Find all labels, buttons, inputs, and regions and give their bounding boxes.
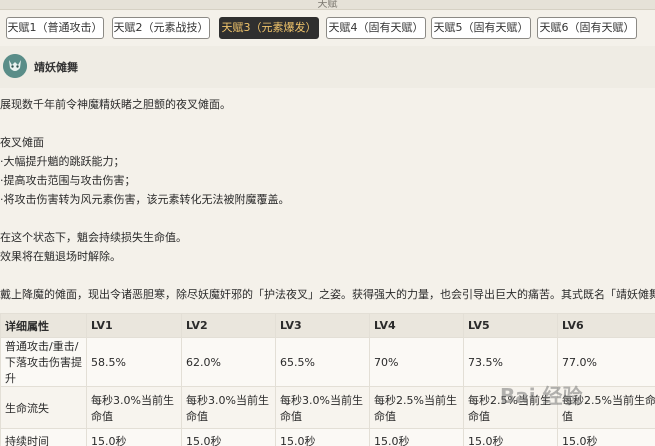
description-line: 戴上降魔的傩面，现出令诸恶胆寒，除尽妖魔奸邪的「护法夜叉」之姿。获得强大的力量，…: [0, 288, 655, 301]
row-label: 普通攻击/重击/下落攻击伤害提升: [0, 337, 87, 387]
description-line: 在这个状态下，魈会持续损失生命值。: [0, 231, 187, 244]
column-header: LV1: [86, 313, 182, 338]
watermark-logo: Bai 经验: [500, 380, 650, 420]
skill-header: [0, 46, 655, 88]
description-line: 展现数千年前令神魔精妖睹之胆颤的夜叉傩面。: [0, 98, 231, 111]
table-cell: 15.0秒: [275, 428, 370, 446]
table-cell: 65.5%: [275, 337, 370, 387]
row-label: 持续时间: [0, 428, 87, 446]
column-header: LV3: [275, 313, 370, 338]
column-header: LV5: [463, 313, 558, 338]
table-cell: 58.5%: [86, 337, 182, 387]
window-title-bar: 天赋: [0, 0, 655, 10]
table-row: 持续时间 15.0秒 15.0秒 15.0秒 15.0秒 15.0秒 15.0秒: [0, 428, 655, 446]
talent-tabs: 天赋1（普通攻击） 天赋2（元素战技） 天赋3（元素爆发） 天赋4（固有天赋） …: [0, 17, 655, 41]
table-cell: 15.0秒: [181, 428, 276, 446]
column-header: LV6: [557, 313, 655, 338]
column-header: LV4: [369, 313, 464, 338]
table-cell: 15.0秒: [557, 428, 655, 446]
table-cell: 15.0秒: [463, 428, 558, 446]
tab-talent-3[interactable]: 天赋3（元素爆发）: [219, 17, 319, 39]
tab-talent-1[interactable]: 天赋1（普通攻击）: [6, 17, 104, 39]
table-cell: 62.0%: [181, 337, 276, 387]
tab-talent-2[interactable]: 天赋2（元素战技）: [112, 17, 210, 39]
column-header: LV2: [181, 313, 276, 338]
table-cell: 15.0秒: [86, 428, 182, 446]
mask-icon: [3, 54, 27, 78]
table-cell: 每秒2.5%当前生命值: [369, 386, 464, 429]
skill-icon: [3, 54, 27, 78]
window-title: 天赋: [317, 0, 338, 10]
table-cell: 每秒3.0%当前生命值: [275, 386, 370, 429]
description-line: 夜叉傩面: [0, 136, 44, 149]
skill-description: 展现数千年前令神魔精妖睹之胆颤的夜叉傩面。 夜叉傩面 ·大幅提升魈的跳跃能力； …: [0, 95, 655, 304]
table-cell: 70%: [369, 337, 464, 387]
table-header-row: 详细属性 LV1 LV2 LV3 LV4 LV5 LV6: [0, 313, 655, 338]
skill-name: 靖妖傩舞: [34, 61, 78, 74]
tab-talent-6[interactable]: 天赋6（固有天赋）: [537, 17, 637, 39]
table-cell: 每秒3.0%当前生命值: [86, 386, 182, 429]
description-line: ·将攻击伤害转为风元素伤害，该元素转化无法被附魔覆盖。: [0, 193, 290, 206]
description-line: 效果将在魈退场时解除。: [0, 250, 121, 263]
tab-talent-5[interactable]: 天赋5（固有天赋）: [431, 17, 531, 39]
column-header: 详细属性: [0, 313, 87, 338]
row-label: 生命流失: [0, 386, 87, 429]
table-cell: 每秒3.0%当前生命值: [181, 386, 276, 429]
tab-talent-4[interactable]: 天赋4（固有天赋）: [326, 17, 426, 39]
description-line: ·大幅提升魈的跳跃能力；: [0, 155, 125, 168]
description-line: ·提高攻击范围与攻击伤害；: [0, 174, 136, 187]
watermark-text: Bai 经验: [500, 384, 583, 408]
table-cell: 15.0秒: [369, 428, 464, 446]
